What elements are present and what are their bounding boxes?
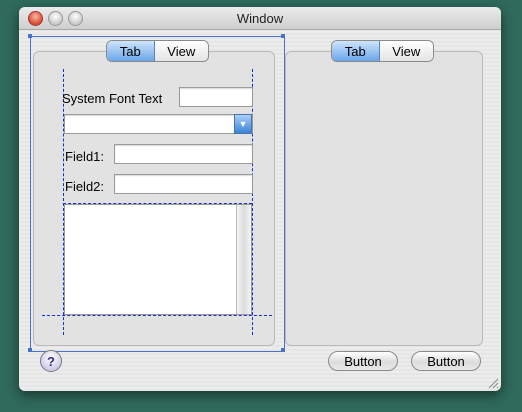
selection-handle[interactable] <box>281 34 285 38</box>
selection-handle[interactable] <box>28 34 32 38</box>
combo-box[interactable] <box>64 114 253 134</box>
button-2[interactable]: Button <box>411 351 481 371</box>
guide-line <box>252 69 253 335</box>
selection-handle[interactable] <box>281 348 285 352</box>
resize-grip-icon[interactable] <box>487 377 499 389</box>
title-bar[interactable]: Window <box>19 7 501 30</box>
button-1[interactable]: Button <box>328 351 398 371</box>
text-view[interactable] <box>64 204 252 315</box>
chevron-down-icon[interactable]: ▼ <box>234 114 252 134</box>
guide-line <box>42 315 272 316</box>
field2-label: Field2: <box>65 179 105 194</box>
field2-input[interactable] <box>114 174 253 194</box>
selection-handle[interactable] <box>28 348 32 352</box>
field1-input[interactable] <box>114 144 253 164</box>
system-font-label: System Font Text <box>62 91 163 106</box>
help-icon[interactable]: ? <box>40 350 62 372</box>
vertical-scrollbar[interactable] <box>236 205 251 314</box>
field1-label: Field1: <box>65 149 105 164</box>
window-title: Window <box>236 11 284 26</box>
tab-view-right[interactable]: View <box>379 41 433 61</box>
right-tab-panel <box>285 51 483 346</box>
main-window: Window Tab View Tab View System Font Tex… <box>19 7 501 391</box>
system-font-field[interactable] <box>179 87 253 107</box>
tab-tab-right[interactable]: Tab <box>332 41 380 61</box>
right-tab-control: Tab View <box>331 40 434 62</box>
